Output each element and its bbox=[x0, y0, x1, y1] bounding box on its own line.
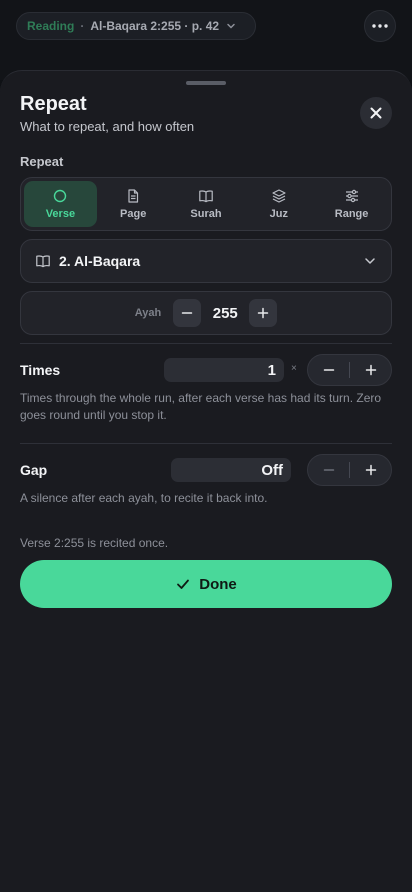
mode-verse-button[interactable]: Verse bbox=[24, 181, 97, 227]
mode-label: Range bbox=[334, 208, 369, 220]
surah-select-value: 2. Al-Baqara bbox=[59, 253, 141, 269]
mode-label: Page bbox=[120, 208, 147, 220]
separator-dot: · bbox=[80, 19, 85, 33]
gap-stepper bbox=[307, 454, 392, 486]
mode-label: Surah bbox=[190, 208, 222, 220]
times-increment-button[interactable] bbox=[350, 355, 391, 385]
reading-status: Reading bbox=[27, 19, 75, 33]
divider bbox=[20, 343, 392, 344]
times-help-text: Times through the whole run, after each … bbox=[20, 391, 382, 422]
mode-page-button[interactable]: Page bbox=[97, 181, 170, 227]
gap-input[interactable]: Off bbox=[171, 458, 291, 482]
ayah-increment-button[interactable] bbox=[249, 299, 278, 327]
more-dots-icon bbox=[372, 24, 388, 28]
more-options-button[interactable] bbox=[364, 10, 396, 42]
chevron-down-icon bbox=[365, 258, 375, 264]
ayah-stepper-row: Ayah 255 bbox=[20, 291, 392, 335]
mode-surah-button[interactable]: Surah bbox=[170, 181, 243, 227]
plus-icon bbox=[365, 464, 376, 476]
plus-icon bbox=[258, 307, 269, 319]
minus-icon bbox=[323, 369, 334, 371]
reading-location-pill[interactable]: Reading · Al-Baqara 2:255 · p. 42 bbox=[16, 12, 256, 40]
ayah-label: Ayah bbox=[134, 307, 162, 319]
ayah-value: 255 bbox=[212, 304, 238, 322]
repeat-summary: Verse 2:255 is recited once. bbox=[20, 536, 169, 550]
page-icon bbox=[128, 189, 139, 203]
times-input[interactable]: 1 bbox=[164, 358, 284, 382]
done-label: Done bbox=[199, 575, 237, 593]
sheet-grabber[interactable] bbox=[186, 81, 226, 85]
minus-icon bbox=[323, 469, 334, 471]
repeat-mode-segmented-control: Verse Page Surah Juz Range bbox=[20, 177, 392, 231]
times-decrement-button[interactable] bbox=[308, 355, 349, 385]
sheet-subtitle: What to repeat, and how often bbox=[20, 119, 195, 134]
divider bbox=[20, 443, 392, 444]
mode-label: Verse bbox=[45, 208, 76, 220]
times-suffix: × bbox=[291, 363, 297, 374]
book-icon bbox=[199, 190, 213, 203]
mode-range-button[interactable]: Range bbox=[315, 181, 388, 227]
reading-location: Al-Baqara 2:255 · p. 42 bbox=[90, 19, 220, 33]
sliders-icon bbox=[345, 189, 358, 203]
circle-icon bbox=[54, 189, 67, 203]
repeat-section-label: Repeat bbox=[20, 154, 64, 169]
chevron-down-icon bbox=[227, 23, 235, 29]
gap-help-text: A silence after each ayah, to recite it … bbox=[20, 491, 268, 505]
done-button[interactable]: Done bbox=[20, 560, 392, 608]
plus-icon bbox=[365, 364, 376, 376]
close-icon bbox=[370, 107, 382, 119]
gap-label: Gap bbox=[20, 462, 48, 478]
mode-label: Juz bbox=[269, 208, 288, 220]
times-label: Times bbox=[20, 362, 61, 378]
close-button[interactable] bbox=[360, 97, 392, 129]
book-icon bbox=[36, 255, 50, 268]
app-top-bar: Reading · Al-Baqara 2:255 · p. 42 bbox=[0, 0, 412, 80]
surah-select[interactable]: 2. Al-Baqara bbox=[20, 239, 392, 283]
layers-icon bbox=[272, 189, 286, 203]
minus-icon bbox=[182, 312, 193, 314]
gap-increment-button[interactable] bbox=[350, 455, 391, 485]
repeat-sheet: Repeat What to repeat, and how often Rep… bbox=[0, 70, 412, 892]
sheet-title: Repeat bbox=[20, 93, 87, 115]
mode-juz-button[interactable]: Juz bbox=[242, 181, 315, 227]
gap-decrement-button[interactable] bbox=[308, 455, 349, 485]
ayah-decrement-button[interactable] bbox=[173, 299, 202, 327]
times-stepper bbox=[307, 354, 392, 386]
check-icon bbox=[177, 579, 190, 589]
